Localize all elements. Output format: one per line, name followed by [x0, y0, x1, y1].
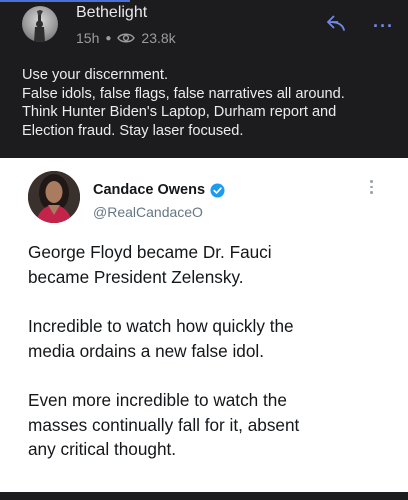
post-text-line: Think Hunter Biden's Laptop, Durham repo… — [22, 104, 337, 120]
tweet-handle: @RealCandaceO — [93, 204, 203, 220]
author-name[interactable]: Bethelight — [76, 4, 147, 22]
view-count: 23.8k — [141, 30, 176, 46]
post-meta: 15h ● 23.8k — [76, 30, 176, 46]
profile-photo-icon — [28, 171, 80, 223]
tweet-body: George Floyd became Dr. Fauci became Pre… — [28, 240, 398, 487]
post-header: Bethelight 15h ● 23.8k ··· — [0, 0, 408, 56]
share-icon[interactable] — [326, 14, 346, 32]
post-text-line: Election fraud. Stay laser focused. — [22, 122, 244, 139]
tweet-avatar — [28, 171, 80, 223]
bottom-divider — [0, 492, 408, 500]
tweet-paragraph: Incredible to watch how quickly the medi… — [28, 314, 398, 363]
statue-of-liberty-icon — [34, 10, 45, 42]
author-avatar[interactable] — [22, 6, 58, 42]
tweet-line: Even more incredible to watch the — [28, 390, 287, 410]
eye-icon — [117, 33, 136, 43]
tweet-line: masses continually fall for it, absent — [28, 414, 300, 435]
tweet-line: Incredible to watch how quickly the — [28, 316, 294, 336]
post-text-line: Use your discernment. — [22, 67, 168, 83]
tweet-author-name-text: Candace Owens — [93, 182, 206, 198]
tweet-line: media ordains a new false idol. — [28, 340, 264, 361]
tweet-line: George Floyd became Dr. Fauci — [28, 242, 272, 262]
tweet-line: became President Zelensky. — [28, 266, 244, 287]
post-text: Use your discernment. False idols, false… — [22, 66, 402, 140]
tweet-line: any critical thought. — [28, 439, 177, 459]
post-text-line: False idols, false flags, false narrativ… — [22, 85, 345, 102]
more-icon[interactable]: ··· — [373, 16, 394, 37]
post-time: 15h — [76, 30, 100, 46]
embedded-tweet-image[interactable]: Candace Owens @RealCandaceO George Floyd… — [0, 158, 408, 492]
tweet-paragraph: George Floyd became Dr. Fauci became Pre… — [28, 240, 398, 289]
tweet-more-icon — [369, 180, 375, 196]
tweet-paragraph: Even more incredible to watch the masses… — [28, 388, 398, 462]
verified-badge-icon — [210, 182, 225, 198]
tweet-author-name: Candace Owens — [93, 182, 225, 198]
separator-dot: ● — [105, 32, 112, 44]
